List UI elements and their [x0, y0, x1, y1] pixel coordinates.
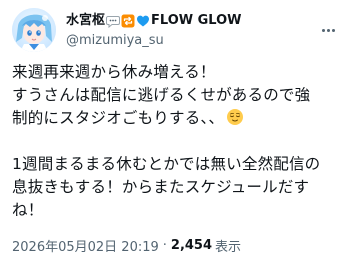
tweet-line: 1週間まるまる休むとかでは無い全然配信の: [12, 155, 321, 173]
tweet-line: 来週再来週から休み増える！: [12, 63, 216, 81]
tweet-line-text: 制的にスタジオごもりする、、: [12, 109, 225, 127]
relieved-face-icon: [226, 108, 244, 126]
avatar-image: [12, 8, 56, 52]
tweet-line: すうさんは配信に逃げるくせがあるので強: [12, 86, 311, 104]
blue-heart-icon: [136, 14, 150, 28]
views-label: 表示: [215, 239, 242, 255]
display-name[interactable]: 水宮枢 FLOW GLOW: [66, 11, 242, 31]
views-count[interactable]: 2,454: [171, 238, 212, 253]
tweet-meta: 2026年05月02日 20:19 · 2,454 表示: [12, 235, 241, 255]
more-options-icon[interactable]: [318, 20, 338, 40]
avatar[interactable]: [12, 8, 56, 52]
repeat-icon: [121, 14, 135, 28]
tweet-line: 息抜きもする！からまたスケジュールだす: [12, 178, 310, 196]
more-dot: [326, 28, 330, 32]
timestamp[interactable]: 2026年05月02日 20:19: [12, 236, 159, 255]
tweet: 水宮枢 FLOW GLOW @mizumiya_su 来週再来週から休み増える！…: [0, 0, 350, 268]
tweet-line: 制的にスタジオごもりする、、: [12, 107, 338, 130]
tweet-header: 水宮枢 FLOW GLOW @mizumiya_su: [12, 8, 338, 52]
meta-separator: ·: [162, 237, 167, 253]
tweet-text: 来週再来週から休み増える！ すうさんは配信に逃げるくせがあるので強 制的にスタジ…: [12, 61, 338, 222]
more-dot: [331, 28, 335, 32]
author-handle[interactable]: @mizumiya_su: [66, 33, 164, 49]
speech-bubble-icon: [106, 14, 121, 28]
author-name-suffix: FLOW GLOW: [151, 13, 242, 28]
author-name: 水宮枢: [66, 13, 106, 28]
tweet-line: ね！: [12, 201, 44, 219]
more-dot: [321, 28, 325, 32]
